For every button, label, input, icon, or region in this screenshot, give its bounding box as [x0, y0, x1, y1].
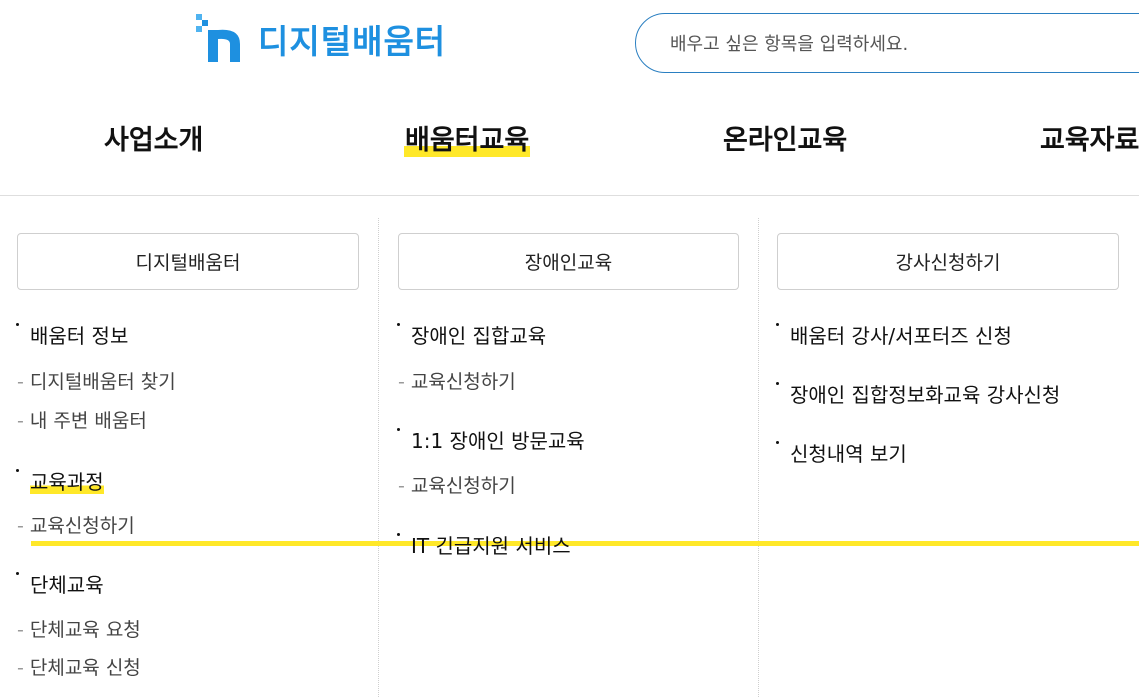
category-disabled-education[interactable]: 장애인교육 — [398, 233, 739, 290]
submenu-apply-education[interactable]: - 교육신청하기 — [398, 367, 516, 394]
nav-item-learning-education[interactable]: 배움터교육 — [404, 118, 531, 157]
section-view-applications[interactable]: 신청내역 보기 — [776, 438, 907, 467]
nav-item-business-intro[interactable]: 사업소개 — [103, 118, 204, 157]
column-divider — [378, 218, 379, 697]
submenu-apply-education[interactable]: - 교육신청하기 — [398, 471, 516, 498]
main-nav: 사업소개 배움터교육 온라인교육 교육자료 — [0, 118, 1139, 168]
section-it-emergency-support[interactable]: IT 긴급지원 서비스 — [397, 530, 571, 559]
submenu-group-education-request[interactable]: - 단체교육 요청 — [17, 615, 141, 642]
logo-text: 디지털배움터 — [258, 22, 447, 61]
nav-item-online-education[interactable]: 온라인교육 — [722, 118, 848, 157]
submenu-nearby-learning[interactable]: -내 주변 배움터 — [17, 406, 147, 433]
section-learning-info[interactable]: 배움터 정보 — [15, 320, 128, 349]
section-disabled-visit-education[interactable]: 1:1 장애인 방문교육 — [397, 425, 585, 454]
logo-icon — [196, 14, 244, 64]
nav-divider — [0, 195, 1139, 196]
search-input[interactable] — [668, 28, 1092, 60]
section-instructor-supporter-apply[interactable]: 배움터 강사/서포터즈 신청 — [776, 320, 1012, 349]
section-group-education[interactable]: 단체교육 — [16, 569, 104, 598]
nav-item-education-materials[interactable]: 교육자료 — [1039, 118, 1139, 157]
submenu-apply-education[interactable]: - 교육신청하기 — [17, 511, 1139, 546]
submenu-group-education-apply[interactable]: - 단체교육 신청 — [17, 653, 141, 680]
search-box[interactable] — [635, 13, 1139, 73]
category-instructor-apply[interactable]: 강사신청하기 — [777, 233, 1119, 290]
section-curriculum[interactable]: 교육과정 — [16, 466, 104, 495]
section-disabled-group-education[interactable]: 장애인 집합교육 — [396, 320, 546, 349]
logo[interactable]: 디지털배움터 — [196, 14, 446, 64]
submenu-find-digital-learning[interactable]: - 디지털배움터 찾기 — [17, 367, 176, 394]
section-disabled-instructor-apply[interactable]: 장애인 집합정보화교육 강사신청 — [775, 379, 1060, 408]
category-digital-learning[interactable]: 디지털배움터 — [17, 233, 359, 290]
column-divider — [758, 218, 759, 697]
